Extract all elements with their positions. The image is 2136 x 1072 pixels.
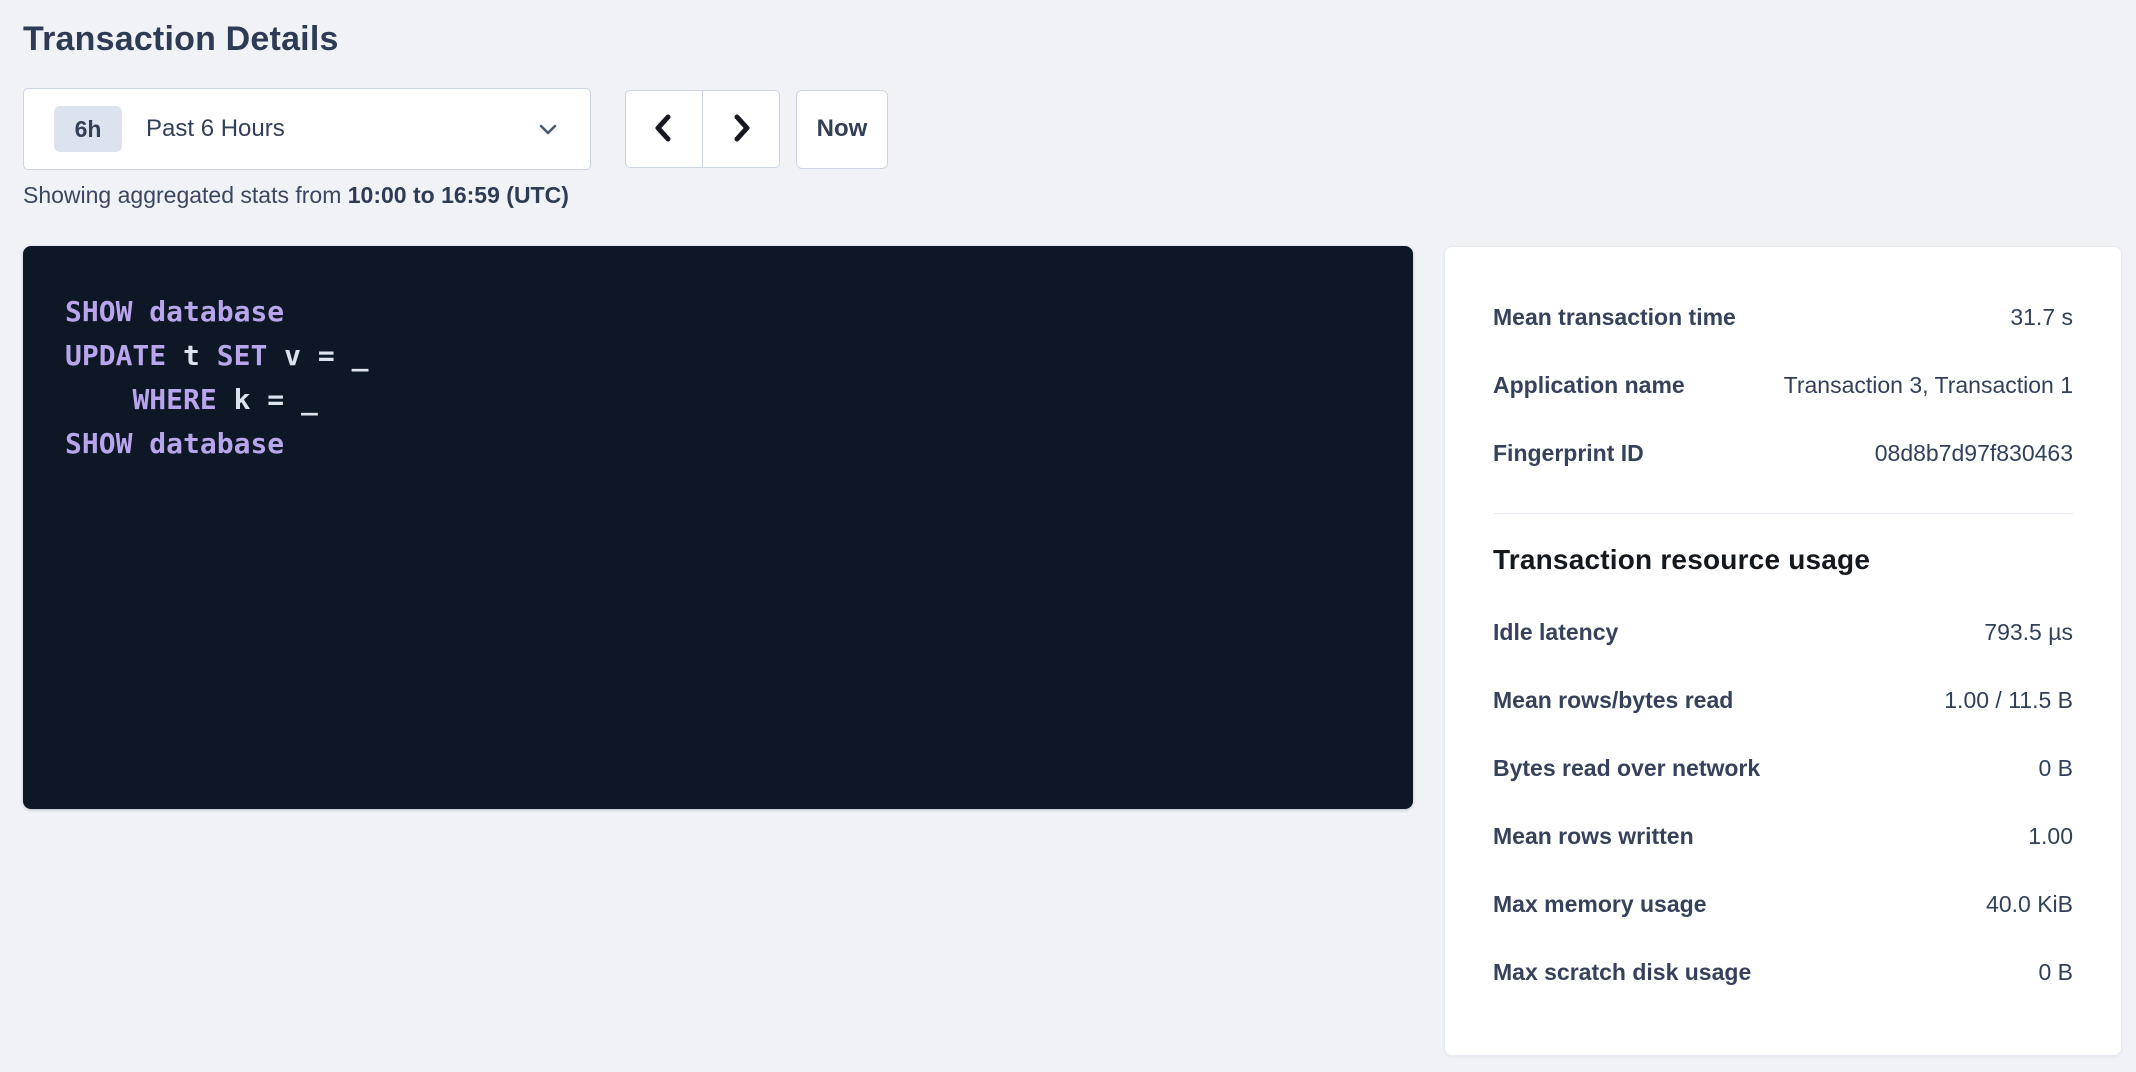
- time-range-label: Past 6 Hours: [146, 115, 536, 143]
- code-line: SHOW database: [65, 290, 1393, 334]
- code-token-plain: k = _: [217, 383, 318, 416]
- stat-row: Mean rows written 1.00: [1493, 802, 2073, 870]
- stat-label: Mean rows written: [1493, 823, 1694, 850]
- stat-row: Application name Transaction 3, Transacti…: [1493, 351, 2073, 419]
- code-token-keyword: UPDATE: [65, 339, 166, 372]
- stat-value: 1.00 / 11.5 B: [1944, 687, 2073, 714]
- resource-usage-heading: Transaction resource usage: [1493, 544, 2073, 576]
- stat-row: Bytes read over network 0 B: [1493, 734, 2073, 802]
- stat-value: 0 B: [2038, 755, 2073, 782]
- stat-label: Bytes read over network: [1493, 755, 1760, 782]
- stat-value: 793.5 µs: [1984, 619, 2073, 646]
- summary-stats: Mean transaction time 31.7 s Application n…: [1493, 283, 2073, 487]
- code-line: WHERE k = _: [65, 378, 1393, 422]
- code-token-plain: [132, 427, 149, 460]
- stat-row: Idle latency 793.5 µs: [1493, 598, 2073, 666]
- stat-value: 0 B: [2038, 959, 2073, 986]
- resource-stats: Idle latency 793.5 µs Mean rows/bytes read…: [1493, 598, 2073, 1006]
- stat-value: 31.7 s: [2010, 304, 2073, 331]
- code-token-keyword: SHOW: [65, 427, 132, 460]
- code-token-plain: [65, 383, 132, 416]
- aggregated-stats-caption: Showing aggregated stats from 10:00 to 1…: [23, 181, 569, 209]
- stat-value: Transaction 3, Transaction 1: [1784, 372, 2073, 399]
- code-token-keyword: database: [149, 427, 284, 460]
- stat-row: Mean transaction time 31.7 s: [1493, 283, 2073, 351]
- stat-value: 40.0 KiB: [1986, 891, 2073, 918]
- stat-row: Max memory usage 40.0 KiB: [1493, 870, 2073, 938]
- transaction-details-card: Mean transaction time 31.7 s Application n…: [1444, 246, 2122, 1056]
- time-range-badge: 6h: [54, 106, 122, 152]
- card-divider: [1493, 513, 2073, 514]
- now-button[interactable]: Now: [796, 90, 888, 169]
- stat-label: Max memory usage: [1493, 891, 1706, 918]
- code-line: SHOW database: [65, 422, 1393, 466]
- code-token-keyword: WHERE: [132, 383, 216, 416]
- chevron-left-icon: [648, 112, 680, 147]
- stat-row: Fingerprint ID 08d8b7d97f830463: [1493, 419, 2073, 487]
- stat-label: Mean transaction time: [1493, 304, 1736, 331]
- chevron-down-icon: [536, 117, 560, 141]
- sql-code: SHOW databaseUPDATE t SET v = _ WHERE k …: [65, 290, 1393, 466]
- code-token-keyword: database: [149, 295, 284, 328]
- page-title: Transaction Details: [23, 20, 339, 59]
- stat-label: Max scratch disk usage: [1493, 959, 1751, 986]
- time-toolbar: 6h Past 6 Hours Now: [23, 88, 888, 170]
- stat-label: Application name: [1493, 372, 1685, 399]
- stat-label: Mean rows/bytes read: [1493, 687, 1733, 714]
- code-token-plain: v = _: [267, 339, 368, 372]
- stat-label: Fingerprint ID: [1493, 440, 1644, 467]
- stat-row: Max scratch disk usage 0 B: [1493, 938, 2073, 1006]
- sql-statement-box: SHOW databaseUPDATE t SET v = _ WHERE k …: [23, 246, 1413, 809]
- stat-row: Mean rows/bytes read 1.00 / 11.5 B: [1493, 666, 2073, 734]
- previous-time-button[interactable]: [625, 90, 703, 168]
- stat-label: Idle latency: [1493, 619, 1618, 646]
- next-time-button[interactable]: [702, 90, 780, 168]
- code-token-keyword: SHOW: [65, 295, 132, 328]
- code-line: UPDATE t SET v = _: [65, 334, 1393, 378]
- chevron-right-icon: [725, 112, 757, 147]
- time-nav-group: [625, 90, 780, 168]
- time-range-dropdown[interactable]: 6h Past 6 Hours: [23, 88, 591, 170]
- code-token-keyword: SET: [217, 339, 268, 372]
- code-token-plain: [132, 295, 149, 328]
- stat-value: 08d8b7d97f830463: [1875, 440, 2073, 467]
- caption-prefix: Showing aggregated stats from: [23, 182, 348, 208]
- stat-value: 1.00: [2028, 823, 2073, 850]
- caption-time-range: 10:00 to 16:59 (UTC): [348, 182, 569, 208]
- code-token-plain: t: [166, 339, 217, 372]
